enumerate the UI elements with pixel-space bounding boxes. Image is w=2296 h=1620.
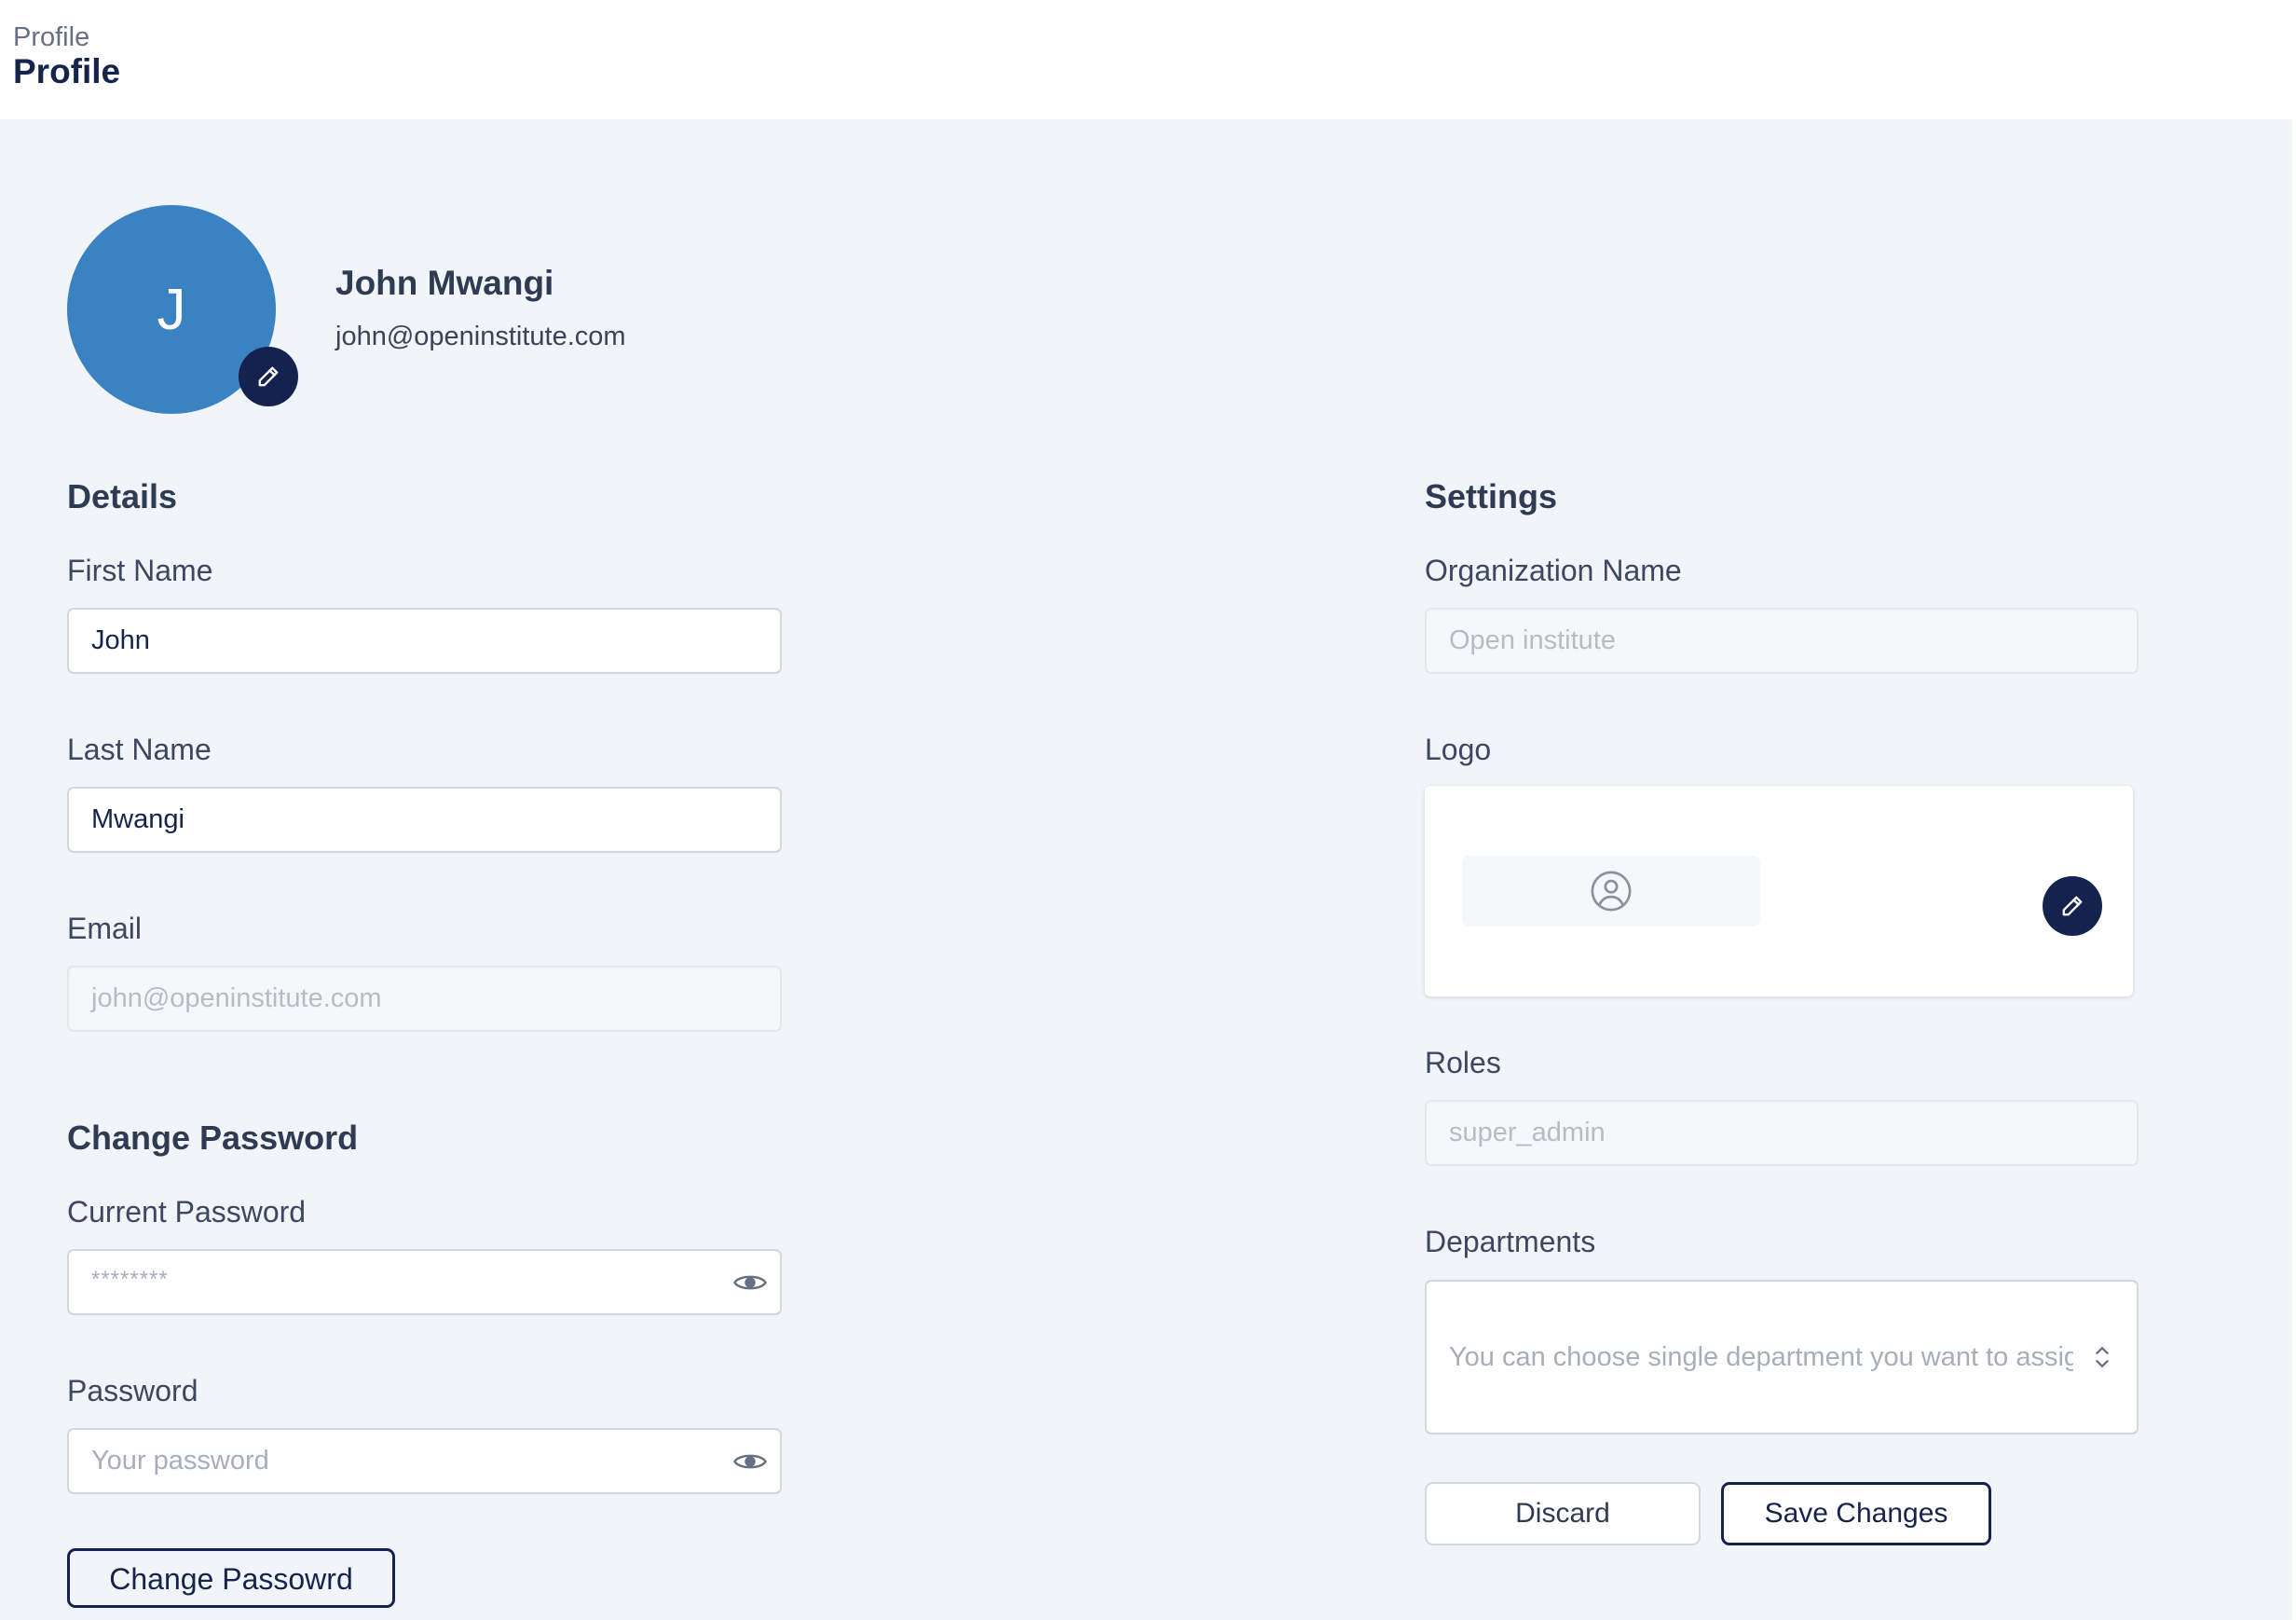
email-label: Email [67,912,143,945]
user-circle-icon [1591,871,1632,912]
discard-button[interactable]: Discard [1425,1482,1701,1545]
right-edge-strip [2292,0,2296,1620]
first-name-label: First Name [67,554,213,587]
edit-logo-button[interactable] [2043,876,2102,936]
eye-icon[interactable] [733,1450,767,1473]
page-header: Profile Profile [0,0,2296,119]
current-password-placeholder: ******** [91,1266,169,1292]
settings-heading: Settings [1425,477,1558,515]
user-name: John Mwangi [335,264,554,302]
page-title: Profile [13,52,121,90]
user-email: john@openinstitute.com [335,322,626,351]
departments-select[interactable]: You can choose single department you wan… [1425,1280,2139,1435]
email-input[interactable]: john@openinstitute.com [67,966,782,1032]
edit-avatar-button[interactable] [239,347,298,406]
chevron-up-down-icon [2096,1347,2109,1367]
breadcrumb[interactable]: Profile [13,22,89,53]
password-label: Password [67,1374,198,1407]
organization-name-input[interactable]: Open institute [1425,608,2139,674]
current-password-input[interactable]: ******** [67,1249,782,1315]
password-input[interactable]: Your password [67,1428,782,1494]
details-heading: Details [67,477,178,515]
first-name-input[interactable]: John [67,608,782,674]
last-name-input[interactable]: Mwangi [67,787,782,853]
eye-icon[interactable] [733,1271,767,1294]
avatar-initial: J [157,277,186,342]
last-name-label: Last Name [67,733,212,766]
pencil-icon [258,366,279,387]
roles-value: super_admin [1449,1118,1606,1147]
organization-name-label: Organization Name [1425,554,1682,587]
logo-placeholder [1462,856,1760,927]
departments-label: Departments [1425,1225,1596,1258]
roles-input[interactable]: super_admin [1425,1100,2139,1166]
first-name-value: John [91,625,150,655]
change-password-heading: Change Password [67,1119,359,1157]
roles-label: Roles [1425,1046,1501,1079]
organization-name-value: Open institute [1449,625,1616,655]
last-name-value: Mwangi [91,804,184,834]
email-value: john@openinstitute.com [91,983,382,1013]
pencil-icon [2062,896,2083,916]
current-password-label: Current Password [67,1195,307,1229]
change-password-button[interactable]: Change Passowrd [67,1548,395,1608]
logo-card [1425,786,2133,996]
departments-placeholder: You can choose single department you wan… [1449,1341,2073,1372]
save-changes-button[interactable]: Save Changes [1721,1482,1991,1545]
password-placeholder: Your password [91,1446,269,1476]
logo-label: Logo [1425,733,1492,766]
